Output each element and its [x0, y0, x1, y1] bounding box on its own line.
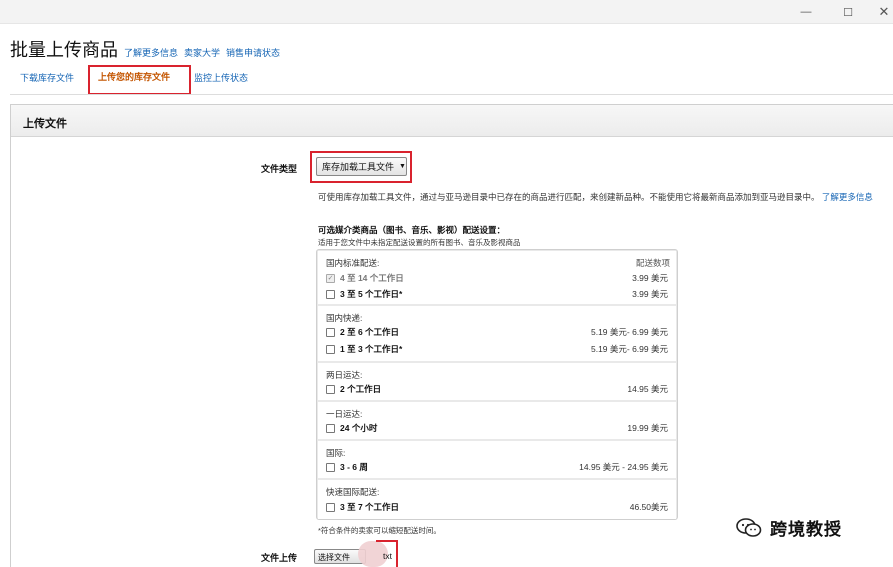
media-shipping-subtitle: 适用于您文件中未指定配送设置的所有图书、音乐及影视商品 — [318, 238, 521, 247]
shipping-option: 3 至 7 个工作日 — [326, 501, 399, 513]
checkbox[interactable] — [326, 423, 335, 433]
shipping-option: 1 至 3 个工作日* — [326, 343, 402, 355]
shipping-group-name: 两日运达: — [326, 370, 363, 380]
page-title: 批量上传商品 — [10, 40, 118, 61]
shipping-group: 一日运达: 24 个小时 19.99 美元 — [318, 402, 676, 439]
shipping-option: 3 - 6 周 — [326, 461, 368, 473]
checkbox[interactable] — [326, 289, 335, 299]
shipping-group-name: 国际: — [326, 448, 346, 458]
page-header: 批量上传商品 了解更多信息 卖家大学 销售申请状态 — [10, 36, 280, 62]
shipping-option: ✓ 4 至 14 个工作日 — [326, 272, 404, 284]
shipping-option-price: 3.99 美元 — [632, 289, 668, 299]
checkbox[interactable] — [326, 344, 335, 354]
shipping-group-name: 快速国际配送: — [326, 487, 380, 497]
file-type-label: 文件类型 — [261, 164, 298, 174]
shipping-option: 2 个工作日 — [326, 383, 381, 395]
file-upload-label: 文件上传 — [261, 553, 298, 563]
shipping-option-label: 2 至 6 个工作日 — [340, 327, 400, 337]
shipping-option-price: 46.50美元 — [629, 502, 668, 512]
checkbox[interactable] — [326, 502, 335, 512]
window-titlebar: — ☐ ✕ — [0, 0, 893, 24]
wechat-logo-icon — [736, 517, 762, 538]
shipping-option-label: 3 至 5 个工作日* — [340, 289, 403, 299]
sales-application-status-link[interactable]: 销售申请状态 — [226, 46, 280, 59]
shipping-option-label: 3 至 7 个工作日 — [340, 502, 400, 512]
checkbox[interactable] — [326, 462, 335, 472]
checkbox[interactable] — [326, 384, 335, 394]
shipping-option: 2 至 6 个工作日 — [326, 326, 399, 338]
shipping-option-label: 2 个工作日 — [340, 384, 382, 394]
file-type-selected: 库存加载工具文件 — [322, 162, 395, 172]
maximize-icon[interactable]: ☐ — [838, 4, 858, 20]
minimize-icon[interactable]: — — [796, 4, 816, 20]
shipping-option: 24 个小时 — [326, 422, 377, 434]
shipping-option-label: 4 至 14 个工作日 — [340, 273, 404, 283]
tab-download-inventory[interactable]: 下载库存文件 — [20, 71, 74, 84]
shipping-option-price: 3.99 美元 — [632, 273, 668, 283]
shipping-option-label: 24 个小时 — [340, 423, 378, 433]
highlight-box-tab — [88, 65, 191, 95]
checkbox[interactable] — [326, 327, 335, 337]
shipping-group-name: 一日运达: — [326, 409, 363, 419]
shipping-group: 国内标准配送: 配送数项 ✓ 4 至 14 个工作日 3.99 美元 3 至 5… — [318, 251, 676, 304]
chevron-down-icon: ▼ — [399, 163, 406, 170]
watermark-text: 跨境教授 — [770, 520, 842, 540]
shipping-options-table: 国内标准配送: 配送数项 ✓ 4 至 14 个工作日 3.99 美元 3 至 5… — [316, 249, 678, 520]
shipping-group: 两日运达: 2 个工作日 14.95 美元 — [318, 363, 676, 400]
file-type-description: 可使用库存加载工具文件，通过与亚马逊目录中已存在的商品进行匹配，来创建新品种。不… — [318, 191, 878, 203]
description-text: 可使用库存加载工具文件，通过与亚马逊目录中已存在的商品进行匹配，来创建新品种。不… — [318, 192, 820, 202]
shipping-option-price: 5.19 美元- 6.99 美元 — [590, 344, 668, 354]
watermark: 跨境教授 — [736, 515, 842, 540]
tab-bar: 下载库存文件 上传您的库存文件 监控上传状态 — [10, 65, 893, 95]
learn-more-link[interactable]: 了解更多信息 — [124, 46, 178, 59]
shipping-group-name: 国内标准配送: — [326, 258, 380, 268]
shipping-option-price: 14.95 美元 - 24.95 美元 — [579, 462, 668, 472]
close-icon[interactable]: ✕ — [874, 4, 893, 20]
shipping-option-label: 3 - 6 周 — [340, 462, 368, 472]
checkbox-checked-disabled: ✓ — [326, 273, 335, 283]
seller-university-link[interactable]: 卖家大学 — [184, 46, 220, 59]
tab-divider — [10, 94, 893, 95]
tab-monitor-upload[interactable]: 监控上传状态 — [194, 71, 248, 84]
shipping-footnote: *符合条件的卖家可以缩短配送时间。 — [318, 526, 441, 535]
shipping-option: 3 至 5 个工作日* — [326, 288, 402, 300]
shipping-group-name: 国内快递: — [326, 313, 363, 323]
fee-column-header: 配送数项 — [635, 258, 670, 268]
shipping-group: 国际: 3 - 6 周 14.95 美元 - 24.95 美元 — [318, 441, 676, 478]
shipping-option-label: 1 至 3 个工作日* — [340, 344, 403, 354]
shipping-option-price: 14.95 美元 — [627, 384, 668, 394]
shipping-option-price: 19.99 美元 — [627, 423, 668, 433]
description-learn-more-link[interactable]: 了解更多信息 — [822, 192, 873, 202]
panel-title: 上传文件 — [11, 105, 893, 137]
file-type-select[interactable]: 库存加载工具文件 ▼ — [316, 157, 407, 176]
shipping-group: 快速国际配送: 3 至 7 个工作日 46.50美元 — [318, 480, 676, 519]
highlight-box-file — [376, 540, 398, 567]
shipping-option-price: 5.19 美元- 6.99 美元 — [590, 327, 668, 337]
shipping-group: 国内快递: 2 至 6 个工作日 5.19 美元- 6.99 美元 1 至 3 … — [318, 306, 676, 361]
media-shipping-title: 可选媒介类商品（图书、音乐、影视）配送设置： — [318, 225, 506, 235]
